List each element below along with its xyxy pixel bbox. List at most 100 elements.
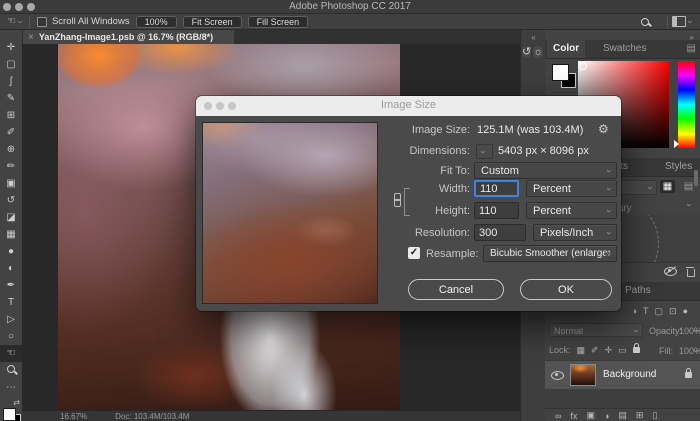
color-panel-tabstrip: Color Swatches ▤: [545, 40, 700, 59]
close-tab-icon[interactable]: ×: [28, 32, 34, 43]
pen-tool[interactable]: ✒: [0, 277, 22, 294]
width-unit-dropdown[interactable]: Percent ›: [526, 180, 617, 197]
crop-tool[interactable]: ⊞: [0, 107, 22, 124]
layers-empty-area: [545, 389, 700, 408]
new-layer-icon[interactable]: ⊞: [636, 410, 644, 421]
path-selection-tool[interactable]: ▷: [0, 311, 22, 328]
fit-screen-button[interactable]: Fit Screen: [183, 16, 242, 28]
height-unit-dropdown[interactable]: Percent ›: [526, 202, 617, 219]
cancel-button[interactable]: Cancel: [408, 279, 504, 300]
layer-visibility-icon[interactable]: [551, 371, 564, 380]
fill-screen-button[interactable]: Fill Screen: [248, 16, 309, 28]
dialog-titlebar[interactable]: Image Size: [196, 96, 621, 116]
toggle-visibility-icon[interactable]: [664, 267, 677, 276]
more-tools[interactable]: ⋯: [0, 379, 22, 396]
blur-tool[interactable]: ●: [0, 243, 22, 260]
delete-layer-icon[interactable]: ▯: [652, 410, 657, 421]
tab-swatches[interactable]: Swatches: [597, 40, 652, 58]
layer-group-icon[interactable]: ▤: [618, 410, 627, 421]
ellipse-tool[interactable]: ○: [0, 328, 22, 345]
rectangular-marquee-tool[interactable]: ▢: [0, 56, 22, 73]
fit-to-dropdown[interactable]: Custom ›: [474, 162, 617, 179]
blend-mode-dropdown[interactable]: Normal ›: [549, 323, 643, 337]
filter-smart-object-icon[interactable]: ⊡: [669, 306, 677, 317]
layer-thumbnail[interactable]: [570, 364, 596, 386]
hand-tool[interactable]: ☜: [0, 345, 22, 362]
dimensions-unit-dropdown[interactable]: ›: [476, 144, 493, 159]
ok-button[interactable]: OK: [520, 279, 612, 300]
dialog-title: Image Size: [196, 99, 621, 111]
move-tool[interactable]: ✛: [0, 39, 22, 56]
foreground-color-swatch[interactable]: [552, 64, 569, 81]
zoom-tool-glyph: [7, 365, 15, 373]
search-icon[interactable]: [641, 18, 649, 26]
tool-preset-chevron-icon[interactable]: ›: [16, 20, 24, 23]
height-input[interactable]: [474, 202, 519, 219]
color-panel-swatches: [552, 64, 576, 88]
panel-menu-icon[interactable]: ▤: [687, 44, 696, 54]
tab-styles[interactable]: Styles: [659, 158, 698, 176]
resolution-input[interactable]: [474, 224, 526, 241]
lock-transparency-icon[interactable]: ▦: [577, 345, 586, 356]
layer-effects-icon[interactable]: fx: [570, 411, 577, 421]
fit-to-label: Fit To:: [376, 165, 470, 177]
history-brush-tool[interactable]: ↺: [0, 192, 22, 209]
workspace-chevron-icon[interactable]: ›: [687, 20, 695, 23]
image-size-preview[interactable]: [202, 122, 378, 304]
workspace-icon[interactable]: [672, 16, 686, 27]
color-picker-marker[interactable]: [579, 62, 587, 70]
quick-selection-tool[interactable]: ✎: [0, 90, 22, 107]
hue-slider-marker[interactable]: [674, 140, 679, 148]
layer-name: Background: [603, 369, 656, 380]
lock-position-icon[interactable]: ✛: [605, 345, 613, 356]
zoom-tool[interactable]: [0, 362, 22, 379]
height-unit-value: Percent: [533, 205, 571, 217]
width-unit-value: Percent: [533, 183, 571, 195]
filter-type-icon[interactable]: T: [643, 306, 649, 316]
width-input[interactable]: [474, 180, 519, 197]
delete-icon[interactable]: [686, 267, 694, 276]
dodge-tool[interactable]: ◐: [0, 260, 22, 277]
tab-paths[interactable]: Paths: [619, 282, 657, 300]
lock-artboard-icon[interactable]: ▭: [618, 345, 627, 356]
layer-row-background[interactable]: Background: [545, 360, 700, 390]
type-tool[interactable]: T: [0, 294, 22, 311]
link-layers-icon[interactable]: ∞: [555, 411, 561, 421]
document-tab[interactable]: × YanZhang-Image1.psb @ 16.7% (RGB/8*): [22, 30, 234, 44]
properties-panel-icon[interactable]: ☼: [532, 45, 544, 59]
titlebar: Adobe Photoshop CC 2017: [0, 0, 700, 14]
swap-colors-icon[interactable]: ⇄: [0, 398, 22, 407]
filter-adjustment-icon[interactable]: ◑: [632, 306, 637, 316]
foreground-color-swatch[interactable]: [3, 408, 16, 421]
healing-brush-tool[interactable]: ⊕: [0, 141, 22, 158]
chevron-down-icon: ›: [606, 252, 614, 255]
grid-view-button[interactable]: ▦: [660, 180, 675, 193]
scroll-all-windows-checkbox[interactable]: [37, 17, 47, 27]
layer-mask-icon[interactable]: ▣: [586, 410, 595, 421]
gradient-tool[interactable]: ▦: [0, 226, 22, 243]
lock-pixels-icon[interactable]: ✐: [591, 345, 599, 356]
lasso-tool[interactable]: ʃ: [0, 73, 22, 90]
resolution-unit-dropdown[interactable]: Pixels/Inch ›: [533, 224, 617, 241]
status-zoom-level[interactable]: 16.67%: [60, 412, 87, 421]
resample-dropdown[interactable]: Bicubic Smoother (enlargement) ›: [483, 245, 617, 262]
adjustment-layer-icon[interactable]: ◑: [604, 411, 609, 421]
panel-scrollbar[interactable]: [694, 170, 698, 186]
filter-shape-icon[interactable]: ▢: [655, 306, 664, 317]
hue-slider[interactable]: [678, 61, 695, 148]
layer-filter-toggle-icon[interactable]: ●: [683, 306, 688, 316]
height-label: Height:: [376, 205, 470, 217]
resample-checkbox[interactable]: ✓: [408, 247, 420, 259]
zoom-100-button[interactable]: 100%: [136, 16, 177, 28]
tab-color[interactable]: Color: [547, 40, 585, 58]
eraser-tool[interactable]: ◪: [0, 209, 22, 226]
lock-all-icon[interactable]: [633, 345, 640, 355]
chevron-down-icon: ›: [686, 204, 694, 207]
divider: [29, 16, 30, 28]
gear-icon[interactable]: ⚙: [598, 122, 609, 136]
clone-stamp-tool[interactable]: ▣: [0, 175, 22, 192]
history-panel-icon[interactable]: ↺: [521, 45, 532, 59]
eyedropper-tool[interactable]: ✐: [0, 124, 22, 141]
brush-tool[interactable]: ✏: [0, 158, 22, 175]
collapse-panels-icon[interactable]: «: [521, 30, 546, 42]
